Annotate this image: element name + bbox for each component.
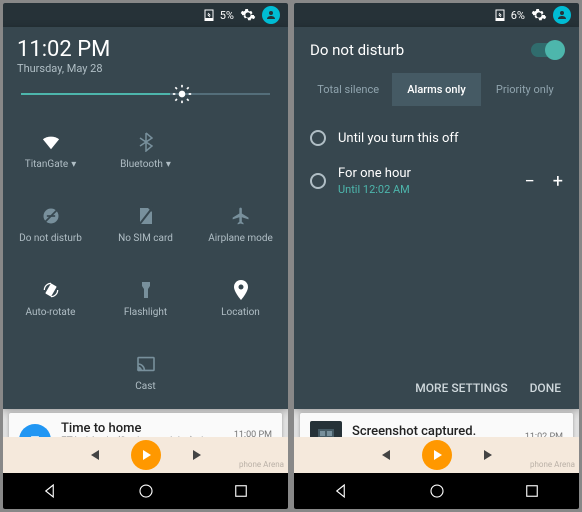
nav-bar [294,473,579,509]
dnd-icon [41,205,61,227]
option-until-off-label: Until you turn this off [338,131,458,146]
tile-dnd[interactable]: Do not disturb [3,187,98,261]
dnd-title: Do not disturb [310,41,404,59]
time-text: 11:02 PM [17,37,274,62]
dnd-toggle[interactable] [531,43,563,57]
dnd-panel: Do not disturb Total silence Alarms only… [294,27,579,409]
dnd-actions: MORE SETTINGS DONE [294,367,579,409]
tile-cast-label: Cast [135,381,155,392]
clock-area[interactable]: 11:02 PM Thursday, May 28 [3,27,288,81]
option-one-hour-label: For one hour [338,166,411,181]
tile-dnd-label: Do not disturb [19,233,82,244]
tile-bluetooth[interactable]: Bluetooth▾ [98,113,193,187]
dnd-segments: Total silence Alarms only Priority only [304,73,569,106]
watermark: phone Arena [239,460,284,469]
back-button[interactable] [333,482,351,500]
done-button[interactable]: DONE [530,381,561,395]
tile-cast[interactable]: Cast [98,335,193,409]
tile-spacer3 [193,335,288,409]
watermark: phone Arena [530,460,575,469]
recents-button[interactable] [523,482,541,500]
radio-icon [310,173,326,189]
battery-text: 6% [511,9,525,22]
settings-icon[interactable] [240,7,256,23]
battery-icon [204,9,214,21]
next-icon[interactable] [191,448,205,462]
tile-rotate[interactable]: Auto-rotate [3,261,98,335]
battery-text: 5% [220,9,234,22]
date-text: Thursday, May 28 [17,62,274,75]
bluetooth-icon [139,131,153,153]
quick-settings-panel: 11:02 PM Thursday, May 28 TitanGate▾ Blu… [3,27,288,409]
tile-spacer2 [3,335,98,409]
segment-priority-only[interactable]: Priority only [481,73,569,106]
option-one-hour[interactable]: For one hour Until 12:02 AM − + [306,156,567,206]
status-bar: 6% [294,3,579,27]
chevron-down-icon: ▾ [166,159,171,170]
minus-button[interactable]: − [524,171,534,192]
location-icon [233,279,249,301]
option-until-off[interactable]: Until you turn this off [306,120,567,156]
tiles-grid: TitanGate▾ Bluetooth▾ Do not disturb No … [3,113,288,409]
notif-title: Time to home [61,421,224,436]
next-icon[interactable] [482,448,496,462]
plus-button[interactable]: + [553,171,563,192]
sim-icon [138,205,154,227]
tile-airplane[interactable]: Airplane mode [193,187,288,261]
tile-location-label: Location [221,307,260,318]
home-button[interactable] [428,482,446,500]
segment-alarms-only[interactable]: Alarms only [392,73,480,106]
cast-icon [136,353,156,375]
prev-icon[interactable] [378,448,392,462]
recents-button[interactable] [232,482,250,500]
rotate-icon [41,279,61,301]
option-one-hour-sub: Until 12:02 AM [338,183,411,196]
radio-icon [310,130,326,146]
tile-airplane-label: Airplane mode [208,233,273,244]
airplane-icon [231,205,251,227]
phone-right: 6% Do not disturb Total silence Alarms o… [294,3,579,509]
dnd-header: Do not disturb [294,27,579,73]
tile-location[interactable]: Location [193,261,288,335]
battery-icon [495,9,505,21]
tile-wifi[interactable]: TitanGate▾ [3,113,98,187]
play-button[interactable] [131,440,161,470]
tile-bluetooth-label: Bluetooth [120,159,163,170]
tile-sim[interactable]: No SIM card [98,187,193,261]
play-button[interactable] [422,440,452,470]
brightness-slider[interactable] [3,81,288,113]
wifi-icon [40,131,62,153]
nav-bar [3,473,288,509]
tile-flashlight[interactable]: Flashlight [98,261,193,335]
status-bar: 5% [3,3,288,27]
dnd-options: Until you turn this off For one hour Unt… [294,106,579,220]
settings-icon[interactable] [531,7,547,23]
profile-avatar[interactable] [262,6,280,24]
segment-total-silence[interactable]: Total silence [304,73,392,106]
home-button[interactable] [137,482,155,500]
tile-sim-label: No SIM card [118,233,173,244]
chevron-down-icon: ▾ [71,159,76,170]
flashlight-icon [139,279,153,301]
more-settings-button[interactable]: MORE SETTINGS [415,381,507,395]
back-button[interactable] [42,482,60,500]
prev-icon[interactable] [87,448,101,462]
phone-left: 5% 11:02 PM Thursday, May 28 TitanGate▾ … [3,3,288,509]
tile-rotate-label: Auto-rotate [26,307,76,318]
brightness-thumb-icon[interactable] [170,82,194,106]
profile-avatar[interactable] [553,6,571,24]
tile-wifi-label: TitanGate [25,159,68,170]
tile-flashlight-label: Flashlight [124,307,167,318]
tile-spacer [193,113,288,187]
